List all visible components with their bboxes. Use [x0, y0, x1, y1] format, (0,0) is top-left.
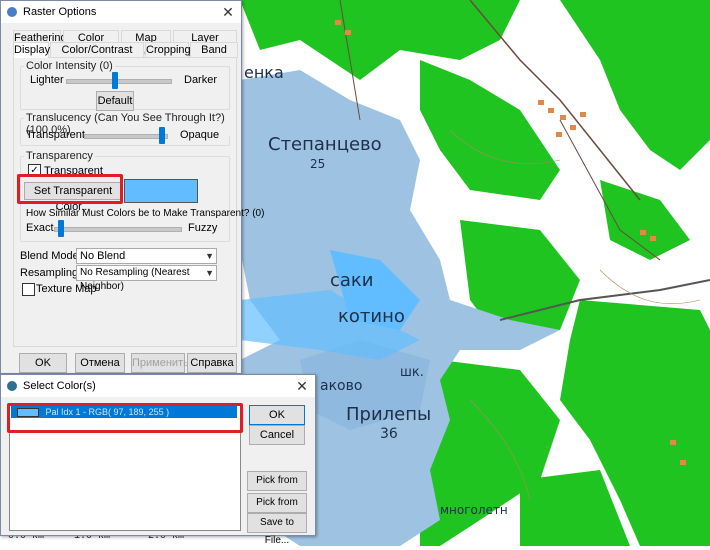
blend-mode-select[interactable]: No Blend ▼ [76, 248, 217, 264]
lighter-label: Lighter [30, 74, 64, 86]
highlight-color-item [7, 403, 243, 433]
raster-options-dialog: Raster Options ✕ Feathering Color Grade … [0, 0, 264, 374]
similar-colors-label: How Similar Must Colors be to Make Trans… [26, 208, 265, 219]
transparent-label: Transparent [26, 129, 85, 141]
select-color-dialog: Select Color(s) ✕ Pal Idx 1 - RGB( 97, 1… [0, 374, 316, 546]
cancel-button[interactable]: Отмена [75, 353, 125, 373]
map-label-shk: шк. [400, 365, 424, 380]
opaque-label: Opaque [180, 129, 220, 141]
close-icon[interactable]: ✕ [293, 377, 311, 395]
texture-map-label: Texture Map [36, 283, 97, 295]
translucency-track[interactable] [84, 134, 168, 139]
color-intensity-slider[interactable] [112, 72, 118, 89]
raster-options-title: Raster Options [23, 6, 97, 18]
texture-map-checkbox[interactable] [22, 283, 35, 296]
transparent-color-swatch[interactable] [124, 179, 198, 203]
chevron-down-icon: ▼ [205, 251, 214, 261]
app-icon [7, 381, 17, 391]
tab-band-setup[interactable]: Band Setup [190, 42, 238, 71]
translucency-slider[interactable] [159, 127, 165, 144]
raster-options-titlebar[interactable]: Raster Options ✕ [1, 1, 241, 23]
select-cancel-button[interactable]: Cancel [249, 425, 305, 445]
color-intensity-label: Color Intensity (0) [24, 60, 115, 72]
similarity-slider[interactable] [58, 220, 64, 237]
app-icon [7, 7, 17, 17]
default-button[interactable]: Default [96, 91, 134, 111]
help-button[interactable]: Справка [187, 353, 237, 373]
select-color-title: Select Color(s) [23, 380, 96, 392]
color-intensity-track[interactable] [66, 79, 172, 84]
chevron-down-icon: ▼ [205, 268, 214, 278]
save-to-file-button[interactable]: Save to File... [247, 513, 307, 546]
exact-label: Exact [26, 222, 54, 234]
tab-cropping[interactable]: Cropping [145, 42, 191, 58]
map-label-mnog: многолетн [440, 503, 508, 517]
map-label-kotino: котино [338, 306, 405, 327]
map-label-tonka: енка [244, 63, 284, 82]
select-ok-button[interactable]: OK [249, 405, 305, 425]
tab-display[interactable]: Display [13, 42, 50, 58]
map-label-pripely: Прилепы [346, 404, 431, 425]
transparency-label: Transparency [24, 150, 95, 162]
resampling-label: Resampling: [20, 267, 82, 279]
pick-from-map-button[interactable]: Pick from Map [247, 493, 307, 526]
map-label-stepantsevo: Степанцево [268, 134, 382, 155]
fuzzy-label: Fuzzy [188, 222, 218, 234]
pick-from-table-button[interactable]: Pick from Table [247, 471, 307, 504]
map-label-saki: сaки [330, 270, 374, 291]
select-color-titlebar[interactable]: Select Color(s) ✕ [1, 375, 315, 397]
map-label-num25: 25 [310, 157, 325, 171]
blend-mode-label: Blend Mode: [20, 250, 82, 262]
close-icon[interactable]: ✕ [219, 3, 237, 21]
darker-label: Darker [184, 74, 218, 86]
ok-button[interactable]: OK [19, 353, 67, 373]
tab-color-contrast[interactable]: Color/Contrast Adjustment [50, 42, 144, 71]
resampling-select[interactable]: No Resampling (Nearest Neighbor) ▼ [76, 265, 217, 292]
map-label-num36: 36 [380, 426, 398, 442]
apply-button[interactable]: Применить [131, 353, 189, 373]
similarity-track[interactable] [54, 227, 182, 232]
map-label-akovo: аково [320, 378, 362, 394]
highlight-set-color [17, 174, 123, 204]
blend-mode-value: No Blend [80, 250, 126, 262]
